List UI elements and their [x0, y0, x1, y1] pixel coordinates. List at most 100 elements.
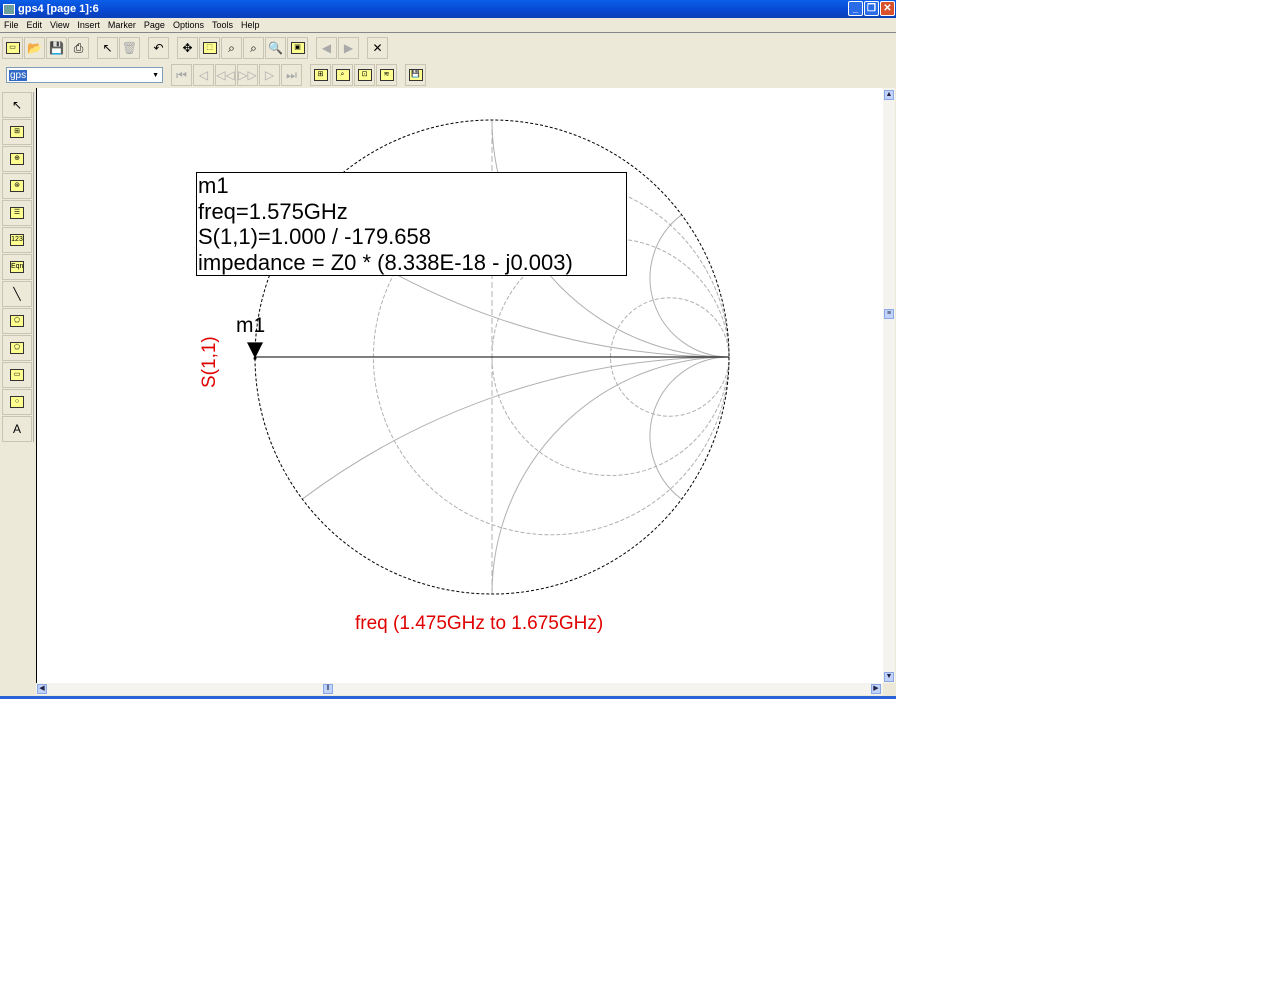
- line-tool-button[interactable]: ╲: [2, 281, 32, 307]
- list-button[interactable]: 123: [2, 227, 32, 253]
- polyline-icon: ⬠: [10, 315, 24, 327]
- page-select[interactable]: gps ▼: [6, 67, 163, 83]
- marker-triangle-icon: [247, 342, 264, 359]
- menu-view[interactable]: View: [50, 20, 69, 30]
- vertical-scroll-thumb[interactable]: ≡: [884, 309, 894, 319]
- vertical-scrollbar[interactable]: ▲ ≡ ▼: [883, 88, 895, 683]
- next-page-button[interactable]: ▷: [259, 64, 280, 86]
- palette-toolbar: ↖ ⊞ ⊕ ⊛ ☰ 123 Eqn ╲ ⬠ ⬠ ▭ ○ A: [2, 92, 34, 442]
- undo-icon: ↶: [153, 41, 164, 55]
- marker-label: m1: [236, 314, 266, 337]
- zoom-area-icon: ⬚: [202, 42, 217, 54]
- window-title: gps4 [page 1]:6: [18, 3, 99, 15]
- list-icon: 123: [10, 234, 24, 246]
- rewind-icon: ◁◁: [216, 68, 235, 82]
- plot-options-icon: ⊞: [313, 69, 328, 81]
- zoom-fit-icon: 🔍: [268, 41, 283, 55]
- zoom-fit-button[interactable]: 🔍: [265, 37, 286, 59]
- menu-options[interactable]: Options: [173, 20, 204, 30]
- polar-plot-button[interactable]: ⊛: [2, 173, 32, 199]
- polar-plot-icon: ⊛: [10, 180, 24, 192]
- app-window: gps4 [page 1]:6 _ ❐ ✕ File Edit View Insert…: [0, 0, 896, 699]
- print-icon: ⎙: [73, 40, 84, 55]
- zoom-out-button[interactable]: ⌕: [243, 37, 264, 59]
- marker-options-button[interactable]: ≋: [376, 64, 397, 86]
- chevron-down-icon[interactable]: ▼: [152, 72, 162, 79]
- trace-label: S(1,1): [199, 336, 220, 388]
- menu-tools[interactable]: Tools: [212, 20, 233, 30]
- forward-icon: ▷▷: [238, 68, 257, 82]
- menu-edit[interactable]: Edit: [27, 20, 43, 30]
- export-icon: 💾: [408, 69, 423, 81]
- ellipse-tool-button[interactable]: ○: [2, 389, 32, 415]
- app-icon: [3, 3, 15, 15]
- undo-button[interactable]: ↶: [148, 37, 169, 59]
- close-button[interactable]: ✕: [880, 1, 895, 16]
- menu-insert[interactable]: Insert: [77, 20, 100, 30]
- rewind-button[interactable]: ◁◁: [215, 64, 236, 86]
- restore-button[interactable]: ❐: [864, 1, 879, 16]
- forward-button[interactable]: ▷▷: [237, 64, 258, 86]
- open-icon: 📂: [27, 41, 42, 55]
- menu-page[interactable]: Page: [144, 20, 165, 30]
- pan-button[interactable]: ✥: [177, 37, 198, 59]
- zoom-plot-button[interactable]: ⌕: [332, 64, 353, 86]
- minimize-button[interactable]: _: [848, 1, 863, 16]
- zoom-in-button[interactable]: ⌕: [221, 37, 242, 59]
- scroll-up-icon[interactable]: ▲: [884, 90, 894, 100]
- polyline-button[interactable]: ⬠: [2, 308, 32, 334]
- select-arrow-button[interactable]: ↖: [97, 37, 118, 59]
- pointer-tool-button[interactable]: ↖: [2, 92, 32, 118]
- menu-marker[interactable]: Marker: [108, 20, 136, 30]
- marker-readout-freq: freq=1.575GHz: [198, 198, 348, 224]
- rectangular-plot-button[interactable]: ⊞: [2, 119, 32, 145]
- equation-button[interactable]: Eqn: [2, 254, 32, 280]
- zoom-plot-icon: ⌕: [335, 69, 350, 81]
- zoom-out-icon: ⌕: [250, 40, 257, 55]
- marker-readout-impedance: impedance = Z0 * (8.338E-18 - j0.003): [198, 249, 573, 275]
- text-tool-button[interactable]: A: [2, 416, 32, 442]
- new-icon: ▭: [5, 42, 20, 54]
- plot-canvas[interactable]: m1 freq=1.575GHz S(1,1)=1.000 / -179.658…: [36, 88, 883, 683]
- new-button[interactable]: ▭: [2, 37, 23, 59]
- smith-chart-icon: ⊕: [10, 153, 24, 165]
- first-page-button[interactable]: ⏮: [171, 64, 192, 86]
- prev-icon: ◀: [321, 41, 332, 55]
- stacked-plot-button[interactable]: ☰: [2, 200, 32, 226]
- smith-chart-button[interactable]: ⊕: [2, 146, 32, 172]
- menu-file[interactable]: File: [4, 20, 19, 30]
- reactance-arc: [649, 356, 730, 500]
- prev-button[interactable]: ◀: [316, 37, 337, 59]
- scroll-right-icon[interactable]: ▶: [871, 684, 881, 694]
- horizontal-scrollbar[interactable]: ◀ ‖ ▶: [36, 683, 883, 695]
- title-bar[interactable]: gps4 [page 1]:6 _ ❐ ✕: [0, 0, 896, 18]
- menu-help[interactable]: Help: [241, 20, 260, 30]
- menu-bar: File Edit View Insert Marker Page Options Tools…: [0, 18, 896, 33]
- scroll-left-icon[interactable]: ◀: [37, 684, 47, 694]
- view-all-button[interactable]: ▣: [287, 37, 308, 59]
- polygon-button[interactable]: ⬠: [2, 335, 32, 361]
- save-button[interactable]: 💾: [46, 37, 67, 59]
- horizontal-scroll-thumb[interactable]: ‖: [323, 684, 333, 694]
- rectangular-plot-icon: ⊞: [10, 126, 24, 138]
- scroll-down-icon[interactable]: ▼: [884, 672, 894, 682]
- sweep-label: freq (1.475GHz to 1.675GHz): [355, 613, 604, 634]
- last-page-icon: ⏭: [286, 67, 297, 82]
- next-button[interactable]: ▶: [338, 37, 359, 59]
- trace-button[interactable]: ⊡: [354, 64, 375, 86]
- plot-options-button[interactable]: ⊞: [310, 64, 331, 86]
- zoom-area-button[interactable]: ⬚: [199, 37, 220, 59]
- open-button[interactable]: 📂: [24, 37, 45, 59]
- main-toolbar: ▭ 📂 💾 ⎙ ↖ 🗑 ↶ ✥ ⬚ ⌕ ⌕ 🔍 ▣ ◀ ▶ ✕: [2, 35, 388, 61]
- next-icon: ▶: [343, 41, 354, 55]
- rectangle-tool-button[interactable]: ▭: [2, 362, 32, 388]
- first-page-icon: ⏮: [176, 67, 187, 82]
- last-page-button[interactable]: ⏭: [281, 64, 302, 86]
- marker-readout[interactable]: m1 freq=1.575GHz S(1,1)=1.000 / -179.658…: [196, 172, 627, 276]
- reactance-arc: [649, 214, 730, 358]
- print-button[interactable]: ⎙: [68, 37, 89, 59]
- delete-button[interactable]: 🗑: [119, 37, 140, 59]
- export-button[interactable]: 💾: [405, 64, 426, 86]
- prev-page-button[interactable]: ◁: [193, 64, 214, 86]
- stop-button[interactable]: ✕: [367, 37, 388, 59]
